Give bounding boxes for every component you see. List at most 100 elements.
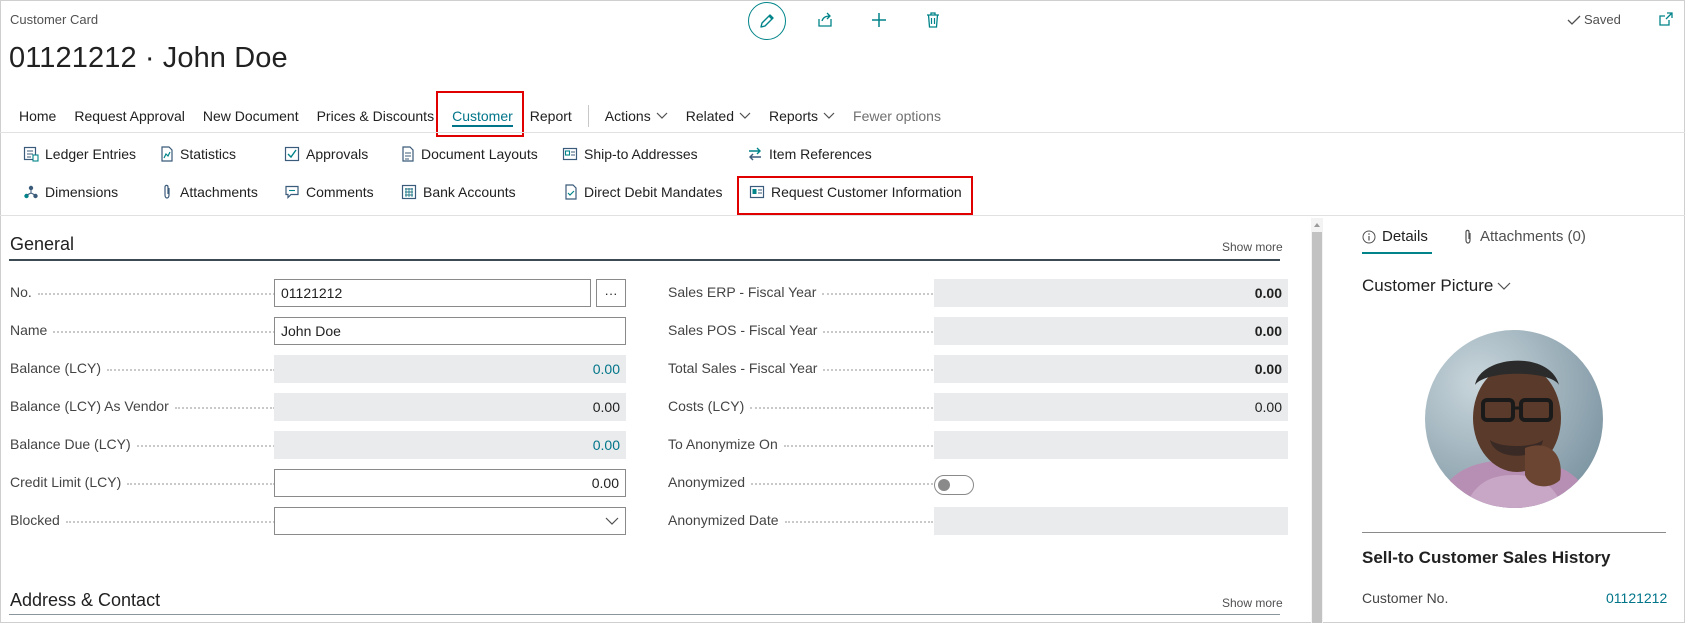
menu-divider — [0, 132, 1685, 133]
ship-to-addresses-action[interactable]: Ship-to Addresses — [562, 146, 698, 162]
customer-photo — [1425, 330, 1603, 508]
top-toolbar — [748, 0, 948, 40]
bank-icon — [401, 184, 417, 200]
menu-home[interactable]: Home — [19, 108, 56, 124]
pencil-icon — [760, 14, 774, 28]
field-label-sales-pos: Sales POS - Fiscal Year — [668, 322, 933, 338]
field-label-no: No. — [10, 284, 275, 300]
to-anonymize-on-value — [934, 431, 1288, 459]
share-button[interactable] — [810, 5, 840, 35]
field-label-to-anonymize: To Anonymize On — [668, 436, 933, 452]
field-label-anonymized-date: Anonymized Date — [668, 512, 933, 528]
tab-attachments-label: Attachments (0) — [1480, 228, 1586, 245]
customer-no-link[interactable]: 01121212 — [1606, 590, 1667, 606]
costs-value: 0.00 — [934, 393, 1288, 421]
no-input[interactable]: 01121212 — [274, 279, 591, 307]
menu-actions-label: Actions — [604, 108, 651, 124]
delete-button[interactable] — [918, 5, 948, 35]
name-input[interactable]: John Doe — [274, 317, 626, 345]
save-status-text: Saved — [1584, 12, 1621, 27]
menu-related[interactable]: Related — [686, 108, 751, 124]
ship-to-addresses-label: Ship-to Addresses — [584, 146, 698, 162]
menu-report[interactable]: Report — [530, 108, 572, 124]
menu-prices-discounts[interactable]: Prices & Discounts — [317, 108, 434, 124]
field-label-balance-vendor: Balance (LCY) As Vendor — [10, 398, 275, 414]
general-section-title[interactable]: General — [10, 234, 74, 255]
anonymized-toggle[interactable] — [934, 475, 974, 495]
dimensions-action[interactable]: Dimensions — [23, 184, 118, 200]
paperclip-icon — [1465, 229, 1471, 244]
popout-button[interactable] — [1658, 11, 1674, 32]
balance-due-value[interactable]: 0.00 — [274, 431, 626, 459]
field-label-credit-limit: Credit Limit (LCY) — [10, 474, 275, 490]
chevron-down-icon — [605, 517, 619, 525]
field-label-blocked: Blocked — [10, 512, 275, 528]
address-underline — [9, 614, 1280, 615]
share-icon — [818, 12, 832, 27]
menu-new-document[interactable]: New Document — [203, 108, 299, 124]
tab-details[interactable]: Details — [1362, 228, 1428, 245]
page-frame — [0, 0, 1685, 623]
menu-reports[interactable]: Reports — [769, 108, 835, 124]
ledger-entries-action[interactable]: Ledger Entries — [23, 146, 136, 162]
checkmark-icon — [1567, 15, 1581, 25]
save-status: Saved — [1567, 12, 1621, 27]
customer-picture-header[interactable]: Customer Picture — [1362, 276, 1511, 296]
statistics-action[interactable]: Statistics — [160, 146, 236, 162]
general-show-more-link[interactable]: Show more — [1222, 240, 1283, 254]
bank-accounts-action[interactable]: Bank Accounts — [401, 184, 516, 200]
menu-request-approval[interactable]: Request Approval — [74, 108, 185, 124]
approvals-icon — [284, 146, 300, 162]
sales-history-title[interactable]: Sell-to Customer Sales History — [1362, 548, 1610, 568]
balance-lcy-value[interactable]: 0.00 — [274, 355, 626, 383]
no-assist-button[interactable]: ··· — [596, 279, 626, 307]
field-label-costs: Costs (LCY) — [668, 398, 933, 414]
general-underline — [9, 259, 1280, 261]
chevron-down-icon — [656, 112, 668, 119]
item-references-action[interactable]: Item References — [747, 146, 872, 162]
statistics-icon — [161, 146, 173, 162]
attachments-action[interactable]: Attachments — [160, 184, 258, 200]
fewer-options-link[interactable]: Fewer options — [853, 108, 941, 124]
menu-actions[interactable]: Actions — [605, 108, 668, 124]
customer-no-label: Customer No. — [1362, 590, 1449, 606]
plus-icon — [872, 13, 886, 27]
actions-divider — [0, 215, 1685, 216]
credit-limit-input[interactable]: 0.00 — [274, 469, 626, 497]
direct-debit-mandates-label: Direct Debit Mandates — [584, 184, 723, 200]
info-icon — [1362, 230, 1376, 243]
field-label-name: Name — [10, 322, 275, 338]
address-show-more-link[interactable]: Show more — [1222, 596, 1283, 610]
open-new-window-icon — [1659, 12, 1673, 26]
menu-reports-label: Reports — [768, 108, 819, 124]
menu-related-label: Related — [685, 108, 734, 124]
comments-label: Comments — [306, 184, 374, 200]
scrollbar-thumb[interactable] — [1312, 232, 1322, 623]
field-label-balance-due: Balance Due (LCY) — [10, 436, 275, 452]
item-references-label: Item References — [769, 146, 872, 162]
comments-action[interactable]: Comments — [284, 184, 374, 200]
page-caption: Customer Card — [10, 12, 99, 27]
field-label-balance: Balance (LCY) — [10, 360, 275, 376]
customer-tab-highlight — [436, 91, 524, 137]
field-label-anonymized: Anonymized — [668, 474, 933, 490]
sales-pos-value: 0.00 — [934, 317, 1288, 345]
document-layouts-action[interactable]: Document Layouts — [401, 146, 538, 162]
paperclip-icon — [164, 184, 170, 199]
menu-separator — [587, 105, 589, 127]
direct-debit-mandates-action[interactable]: Direct Debit Mandates — [564, 184, 723, 200]
tab-details-indicator — [1362, 252, 1432, 254]
address-card-icon — [562, 147, 578, 161]
statistics-label: Statistics — [180, 146, 237, 162]
customer-picture-title: Customer Picture — [1362, 276, 1494, 295]
edit-button[interactable] — [748, 2, 786, 40]
dimensions-label: Dimensions — [45, 184, 119, 200]
chevron-down-icon — [823, 112, 835, 119]
new-button[interactable] — [864, 5, 894, 35]
blocked-select[interactable] — [274, 507, 626, 535]
scroll-up-button[interactable] — [1311, 218, 1323, 230]
customer-avatar[interactable] — [1425, 330, 1603, 508]
tab-attachments[interactable]: Attachments (0) — [1462, 228, 1586, 245]
address-section-title[interactable]: Address & Contact — [10, 590, 160, 611]
approvals-action[interactable]: Approvals — [284, 146, 368, 162]
